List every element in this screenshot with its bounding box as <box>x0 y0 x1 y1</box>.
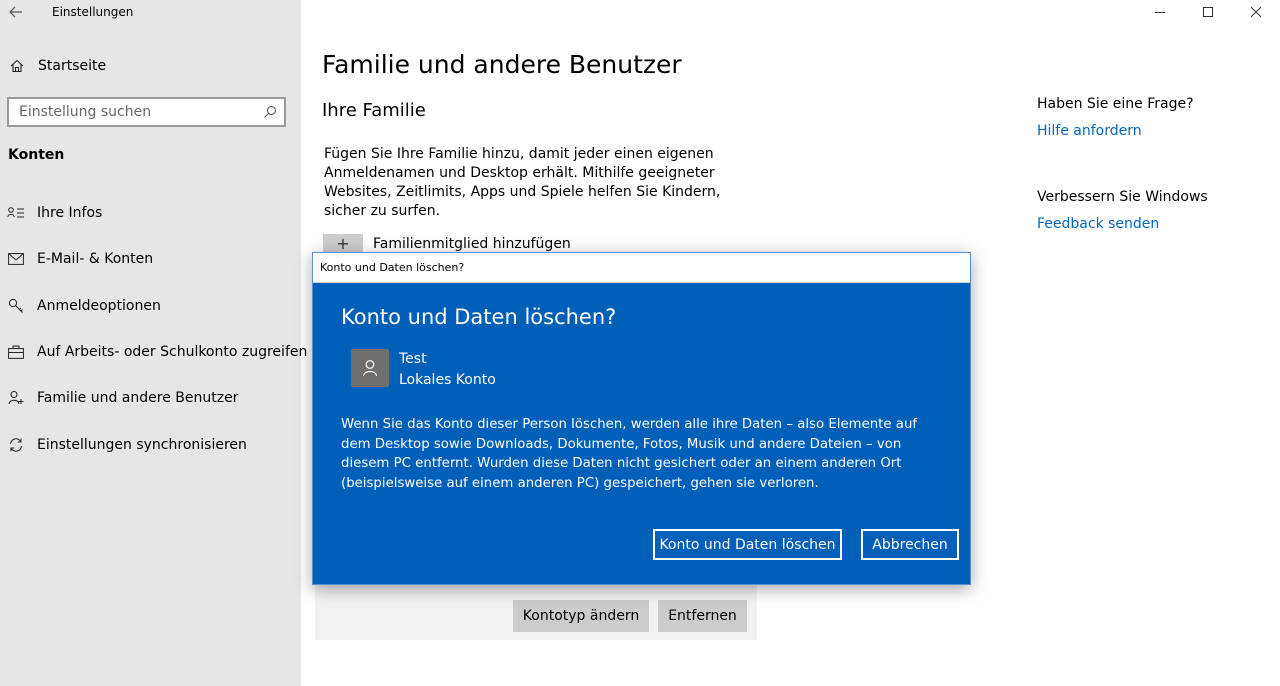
change-account-type-button[interactable]: Kontotyp ändern <box>513 600 649 632</box>
search-box[interactable] <box>7 97 286 127</box>
sidebar-item-your-info[interactable]: Ihre Infos <box>0 190 301 236</box>
maximize-button[interactable] <box>1184 0 1232 24</box>
person-card-icon <box>7 204 25 222</box>
add-family-member-label: Familienmitglied hinzufügen <box>373 236 571 252</box>
close-icon <box>1251 7 1261 17</box>
section-label-konten: Konten <box>8 147 65 163</box>
key-icon <box>7 297 25 315</box>
search-input[interactable] <box>19 100 259 124</box>
family-description: Fügen Sie Ihre Familie hinzu, damit jede… <box>324 146 721 219</box>
delete-account-button[interactable]: Konto und Daten löschen <box>653 529 842 560</box>
sidebar-item-work-school[interactable]: Auf Arbeits- oder Schulkonto zugreifen <box>0 329 307 375</box>
sync-icon <box>7 436 25 454</box>
home-icon <box>8 57 26 75</box>
family-heading: Ihre Familie <box>322 100 426 121</box>
sidebar-item-label: E-Mail- & Konten <box>37 251 154 268</box>
cancel-button[interactable]: Abbrechen <box>861 529 959 560</box>
sidebar-item-label: Auf Arbeits- oder Schulkonto zugreifen <box>37 344 308 361</box>
dialog-user-name: Test <box>399 351 427 367</box>
add-family-member-button[interactable]: + Familienmitglied hinzufügen <box>323 234 723 254</box>
sidebar-item-label: Familie und andere Benutzer <box>37 390 239 407</box>
dialog-heading: Konto und Daten löschen? <box>341 305 617 329</box>
maximize-icon <box>1203 7 1213 17</box>
dialog-titlebar[interactable]: Konto und Daten löschen? <box>313 253 970 283</box>
sidebar-item-label: Anmeldeoptionen <box>37 297 161 314</box>
improve-windows-heading: Verbessern Sie Windows <box>1037 189 1208 205</box>
page-title: Familie und andere Benutzer <box>322 50 682 79</box>
avatar <box>351 349 389 387</box>
send-feedback-link[interactable]: Feedback senden <box>1037 216 1159 232</box>
remove-button[interactable]: Entfernen <box>658 600 747 632</box>
help-question: Haben Sie eine Frage? <box>1037 96 1194 112</box>
sidebar: Einstellungen Startseite Konten Ihre <box>0 0 307 686</box>
briefcase-icon <box>7 343 25 361</box>
home-label: Startseite <box>38 58 107 74</box>
sidebar-item-label: Ihre Infos <box>37 205 103 222</box>
dialog-user-type: Lokales Konto <box>399 372 496 388</box>
sidebar-item-sign-in-options[interactable]: Anmeldeoptionen <box>0 283 301 329</box>
app-title: Einstellungen <box>52 5 134 19</box>
person-add-icon <box>7 389 25 407</box>
mail-icon <box>7 250 25 268</box>
close-button[interactable] <box>1232 0 1280 24</box>
sidebar-nav: Ihre Infos E-Mail- & Konten Anmeldeoptio… <box>0 190 307 468</box>
sidebar-item-email-accounts[interactable]: E-Mail- & Konten <box>0 236 301 282</box>
minimize-icon <box>1155 12 1165 13</box>
window-controls <box>1136 0 1280 24</box>
delete-account-dialog: Konto und Daten löschen? Konto und Daten… <box>312 252 971 585</box>
plus-icon: + <box>323 234 363 254</box>
sidebar-item-home[interactable]: Startseite <box>0 50 301 82</box>
dialog-titlebar-text: Konto und Daten löschen? <box>320 261 465 274</box>
back-button[interactable] <box>2 0 30 24</box>
search-icon[interactable] <box>263 105 277 119</box>
sidebar-item-family-users[interactable]: Familie und andere Benutzer <box>0 375 301 421</box>
minimize-button[interactable] <box>1136 0 1184 24</box>
user-icon <box>362 360 378 377</box>
sidebar-item-sync-settings[interactable]: Einstellungen synchronisieren <box>0 421 301 467</box>
get-help-link[interactable]: Hilfe anfordern <box>1037 123 1142 139</box>
dialog-message: Wenn Sie das Konto dieser Person löschen… <box>341 417 918 491</box>
back-arrow-icon <box>9 6 22 18</box>
user-account-panel: Kontotyp ändern Entfernen <box>315 584 757 640</box>
sidebar-item-label: Einstellungen synchronisieren <box>37 436 247 453</box>
